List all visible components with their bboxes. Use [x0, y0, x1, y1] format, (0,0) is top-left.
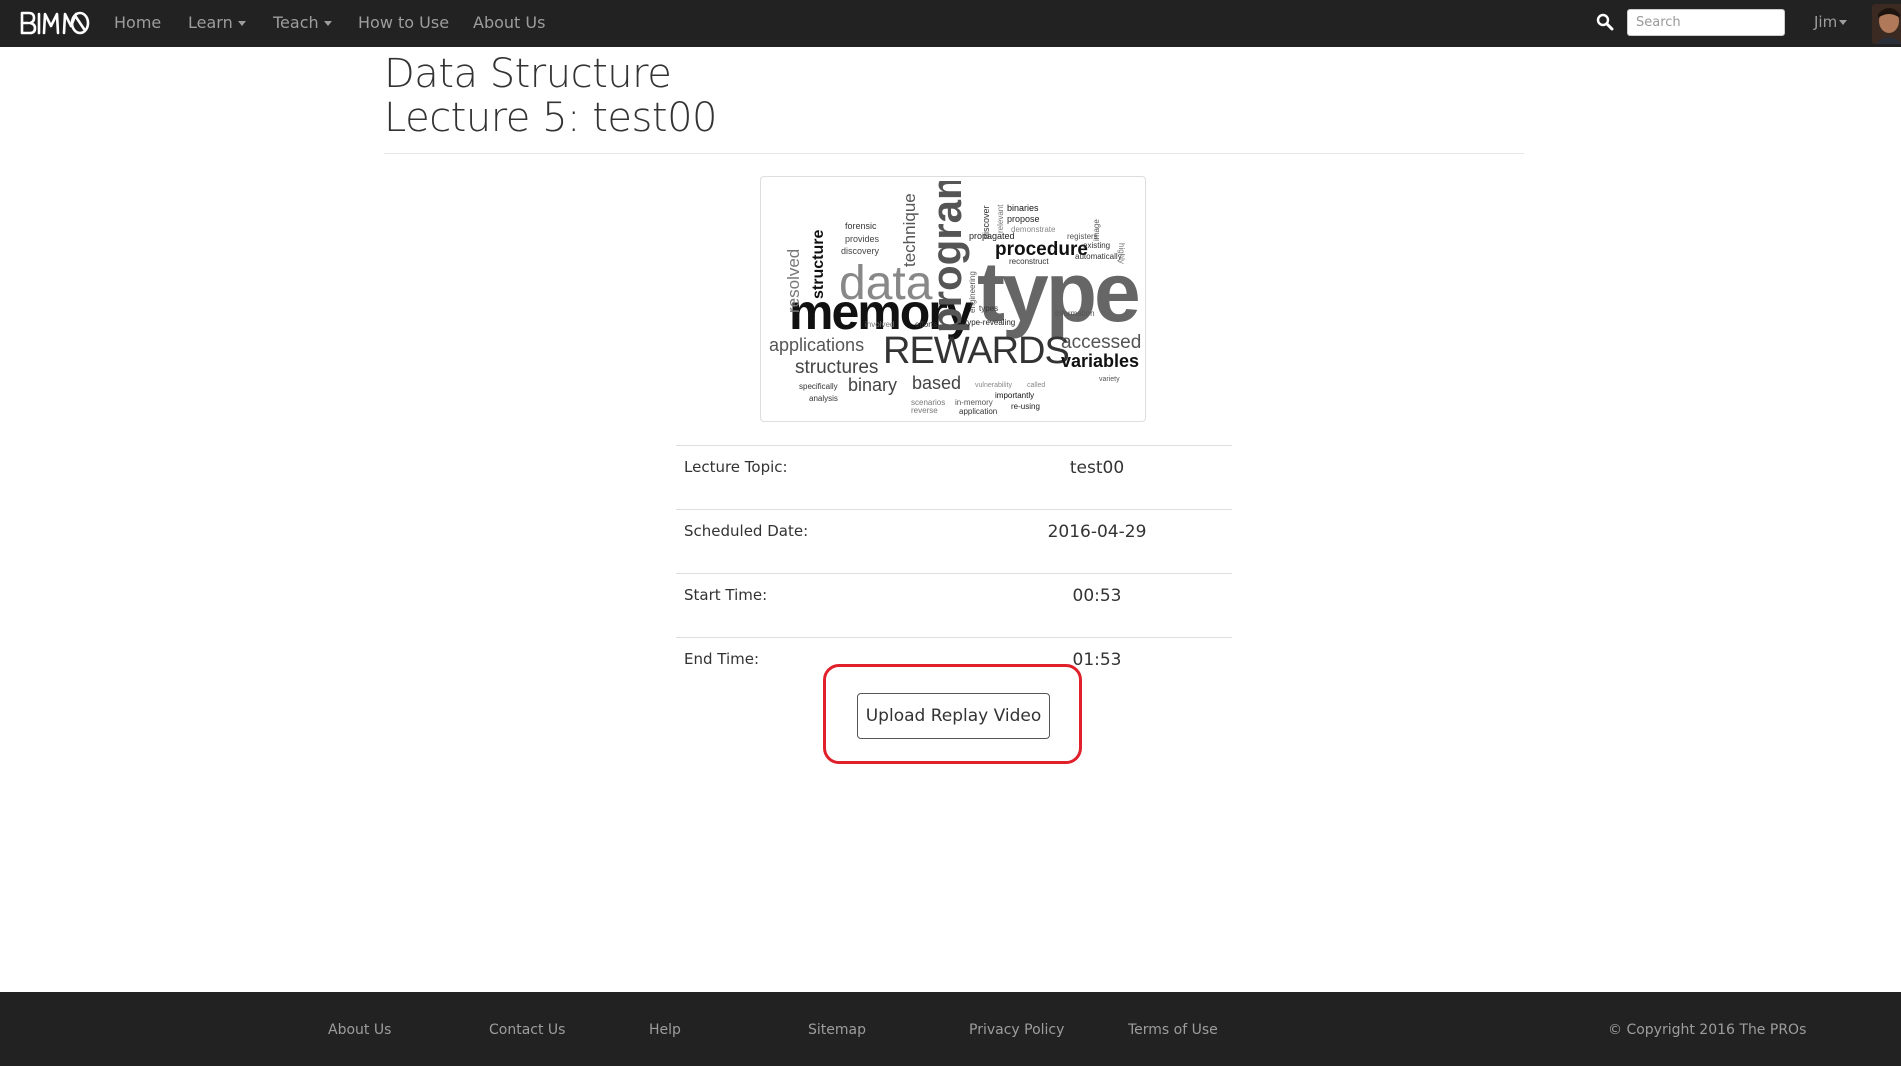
word-cloud-word: efforts: [915, 320, 937, 329]
chevron-down-icon: [323, 21, 332, 26]
word-cloud-word: image: [1092, 219, 1101, 241]
title-divider: [384, 153, 1524, 154]
lecture-topic-label: Lecture Topic:: [676, 445, 962, 510]
upload-replay-video-button[interactable]: Upload Replay Video: [857, 693, 1050, 739]
word-cloud-word: analysis: [809, 394, 838, 403]
word-cloud-word: highly: [1117, 243, 1126, 264]
word-cloud-word: propose: [1007, 214, 1040, 224]
footer-link-sitemap[interactable]: Sitemap: [808, 1022, 866, 1038]
word-cloud-word: binaries: [1007, 203, 1039, 213]
search-input[interactable]: [1627, 9, 1785, 36]
user-menu-dropdown[interactable]: Jim: [1814, 0, 1848, 47]
word-cloud-word: structure: [810, 230, 827, 299]
footer-link-help[interactable]: Help: [649, 1022, 681, 1038]
lecture-title: Lecture 5: test00: [384, 95, 717, 141]
word-cloud-word: program: [923, 181, 970, 333]
top-navbar: Home Learn Teach How to Use About Us Jim: [0, 0, 1901, 47]
start-time-label: Start Time:: [676, 573, 962, 638]
footer-copyright: © Copyright 2016 The PROs: [1608, 1022, 1807, 1038]
word-cloud-word: vulnerability: [975, 382, 1012, 389]
word-cloud-word: applications: [769, 335, 864, 355]
chevron-down-icon: [237, 21, 246, 26]
word-cloud-word: accessed: [1061, 332, 1141, 353]
footer-link-contact-us[interactable]: Contact Us: [489, 1022, 565, 1038]
word-cloud-word: binary: [848, 375, 897, 395]
word-cloud-word: automatically: [1075, 252, 1122, 261]
word-cloud: type memory data program REWARDS structu…: [769, 181, 1141, 416]
avatar[interactable]: [1872, 4, 1901, 44]
word-cloud-word: based: [912, 373, 961, 393]
course-title: Data Structure: [384, 51, 672, 97]
word-cloud-word: technique: [900, 193, 919, 267]
word-cloud-word: provides: [845, 234, 880, 244]
search-icon[interactable]: [1596, 13, 1614, 31]
word-cloud-word: involved: [865, 320, 894, 329]
word-cloud-word: in-memory: [955, 398, 993, 407]
table-row: Lecture Topic: test00: [676, 445, 1232, 510]
word-cloud-word: importantly: [995, 391, 1034, 400]
footer-link-about-us[interactable]: About Us: [328, 1022, 391, 1038]
word-cloud-word: information: [1055, 309, 1095, 318]
word-cloud-word: propagated: [969, 231, 1015, 241]
footer-link-privacy-policy[interactable]: Privacy Policy: [969, 1022, 1064, 1038]
word-cloud-word: reverse: [911, 406, 938, 415]
word-cloud-word: resolved: [784, 249, 803, 313]
table-row: Start Time: 00:53: [676, 573, 1232, 638]
word-cloud-word: engineering: [968, 271, 977, 313]
word-cloud-word: type-revealing: [965, 318, 1015, 327]
word-cloud-word: specifically: [799, 382, 838, 391]
word-cloud-word: existing: [1083, 241, 1110, 250]
word-cloud-word: variety: [1099, 376, 1120, 383]
user-name: Jim: [1814, 13, 1838, 31]
lecture-topic-value: test00: [962, 445, 1232, 510]
word-cloud-word: REWARDS: [883, 330, 1069, 372]
word-cloud-word: reconstruct: [1009, 257, 1049, 266]
footer-link-terms-of-use[interactable]: Terms of Use: [1128, 1022, 1218, 1038]
lecture-word-cloud-image: type memory data program REWARDS structu…: [760, 176, 1146, 422]
word-cloud-word: application: [959, 407, 997, 416]
word-cloud-word: variables: [1061, 351, 1139, 371]
word-cloud-word: re-using: [1011, 402, 1040, 411]
scheduled-date-label: Scheduled Date:: [676, 509, 962, 574]
nav-learn-dropdown[interactable]: Learn: [188, 0, 246, 47]
page-title: Data Structure Lecture 5: test00: [384, 52, 717, 140]
nav-learn-label: Learn: [188, 13, 233, 32]
lecture-details-table: Lecture Topic: test00 Scheduled Date: 20…: [676, 445, 1232, 701]
word-cloud-word: discover: [981, 205, 991, 239]
word-cloud-word: relevant: [996, 204, 1005, 233]
nav-about-us[interactable]: About Us: [473, 0, 545, 47]
word-cloud-word: forensic: [845, 221, 877, 231]
page-footer: About Us Contact Us Help Sitemap Privacy…: [0, 992, 1901, 1066]
nav-teach-dropdown[interactable]: Teach: [273, 0, 332, 47]
nav-how-to-use[interactable]: How to Use: [358, 0, 449, 47]
nav-teach-label: Teach: [273, 13, 319, 32]
table-row: Scheduled Date: 2016-04-29: [676, 509, 1232, 574]
chevron-down-icon: [1839, 20, 1848, 25]
scheduled-date-value: 2016-04-29: [962, 509, 1232, 574]
word-cloud-word: types: [979, 304, 998, 313]
word-cloud-word: demonstrate: [1011, 225, 1056, 234]
start-time-value: 00:53: [962, 573, 1232, 638]
word-cloud-word: called: [1027, 382, 1045, 389]
brand-logo[interactable]: [18, 8, 90, 38]
word-cloud-word: discovery: [841, 246, 880, 256]
nav-home[interactable]: Home: [114, 0, 161, 47]
